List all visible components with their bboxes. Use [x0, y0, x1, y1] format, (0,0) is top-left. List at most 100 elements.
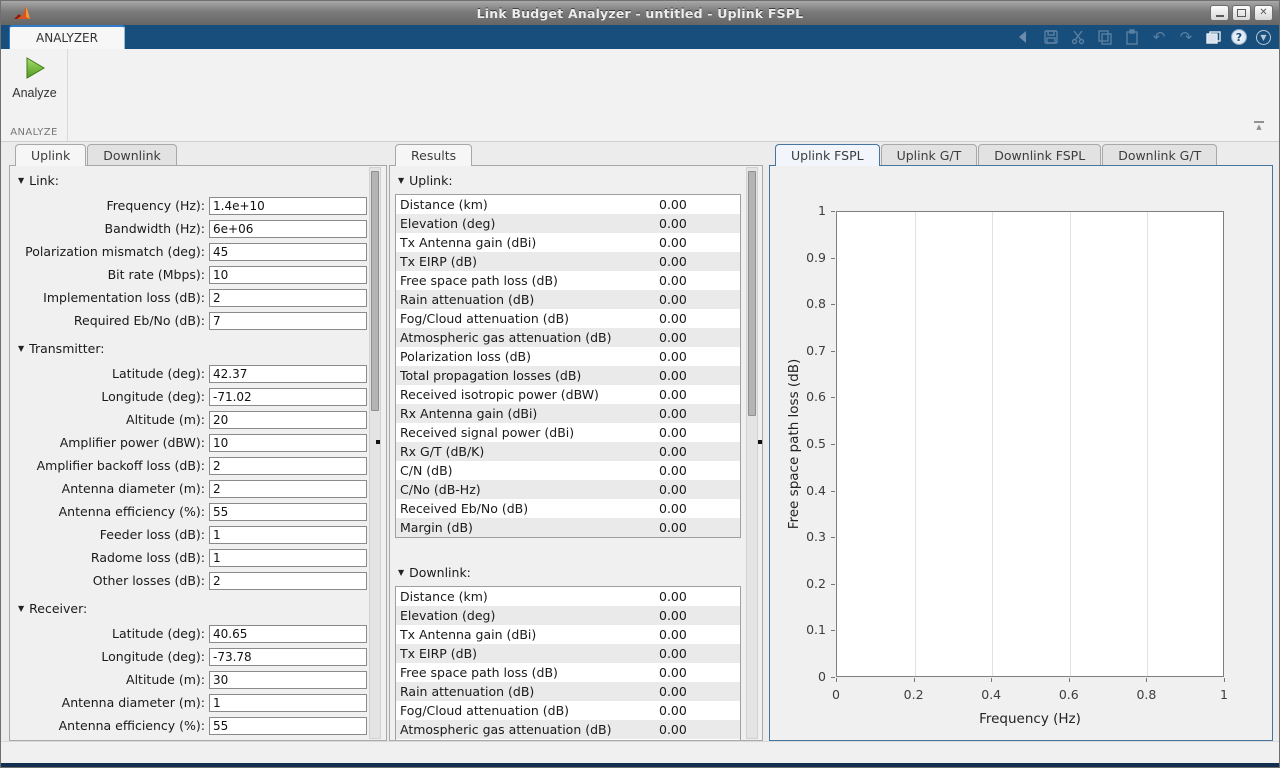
section-header-link[interactable]: ▼ Link:: [18, 172, 386, 188]
field-input-antennadiameterm[interactable]: [209, 479, 367, 498]
section-header-receiver[interactable]: ▼ Receiver:: [18, 600, 386, 616]
tab-downlink-g-t[interactable]: Downlink G/T: [1102, 144, 1218, 165]
results-row: Tx Antenna gain (dBi) 0.00: [396, 625, 740, 644]
results-section-header-downlink[interactable]: ▼ Downlink:: [398, 564, 762, 580]
field-input-frequencyhz[interactable]: [209, 196, 367, 215]
field-input-radomelossdb[interactable]: [209, 548, 367, 567]
field-input-altitudem[interactable]: [209, 670, 367, 689]
collapse-toolstrip-button[interactable]: ▲: [1251, 121, 1267, 133]
y-tick-mark: [831, 677, 835, 678]
result-value: 0.00: [659, 501, 687, 516]
plot-axes[interactable]: [836, 211, 1224, 677]
x-tick-mark: [1146, 678, 1148, 682]
field-input-bandwidthhz[interactable]: [209, 219, 367, 238]
section-title: Transmitter:: [29, 340, 105, 356]
field-input-implementationlossdb[interactable]: [209, 288, 367, 307]
field-input-antennaefficiency[interactable]: [209, 502, 367, 521]
field-input-feederlossdb[interactable]: [209, 525, 367, 544]
plot-panel: Uplink FSPL Uplink G/T Downlink FSPL Downli…: [769, 143, 1273, 741]
result-label: Tx Antenna gain (dBi): [400, 627, 537, 642]
save-icon[interactable]: [1042, 28, 1060, 46]
analyze-section: Analyze ANALYZE: [1, 49, 68, 141]
field-input-bitratembps[interactable]: [209, 265, 367, 284]
tab-downlink-fspl[interactable]: Downlink FSPL: [978, 144, 1102, 165]
results-panel-body: ▼ Uplink: Distance (km) 0.00 Elevation (deg)…: [389, 165, 763, 741]
field-input-latitudedeg[interactable]: [209, 364, 367, 383]
section-title: Receiver:: [29, 600, 88, 616]
collapse-arrow-icon: ▼: [18, 603, 25, 613]
analyze-button[interactable]: Analyze: [4, 53, 65, 115]
tab-uplink[interactable]: Uplink: [15, 144, 87, 166]
results-row: Atmospheric gas attenuation (dB) 0.00: [396, 720, 740, 739]
field-input-longitudedeg[interactable]: [209, 647, 367, 666]
results-row: Received isotropic power (dBW) 0.00: [396, 385, 740, 404]
collapse-arrow-icon: ▼: [18, 343, 25, 353]
maximize-button[interactable]: [1232, 5, 1251, 21]
form-row: Amplifier power (dBW):: [10, 431, 386, 454]
results-scrollbar-thumb[interactable]: [748, 171, 756, 416]
tab-results[interactable]: Results: [395, 144, 473, 166]
right-splitter-grip[interactable]: [758, 440, 762, 444]
results-section-header-uplink[interactable]: ▼ Uplink:: [398, 172, 762, 188]
left-splitter-grip[interactable]: [376, 440, 380, 444]
parameters-scrollbar[interactable]: [369, 167, 381, 739]
toolstrip: Analyze ANALYZE ▲: [1, 49, 1279, 142]
result-value: 0.00: [659, 444, 687, 459]
workspace: UplinkDownlink ▼ Link: Frequency (Hz): Band…: [1, 142, 1279, 741]
field-input-antennaefficiency[interactable]: [209, 716, 367, 735]
form-row: Longitude (deg):: [10, 385, 386, 408]
cut-icon[interactable]: [1069, 28, 1087, 46]
close-button[interactable]: ✕: [1254, 5, 1273, 21]
field-label: Altitude (m):: [126, 412, 205, 427]
results-table: Distance (km) 0.00 Elevation (deg) 0.00 Tx A…: [395, 586, 741, 740]
y-tick-mark: [831, 444, 835, 445]
tab-analyzer[interactable]: ANALYZER: [9, 25, 125, 49]
y-tick-mark: [831, 490, 835, 492]
field-input-amplifierbackofflossdb[interactable]: [209, 456, 367, 475]
results-scrollbar[interactable]: [746, 167, 758, 739]
result-value: 0.00: [659, 722, 687, 737]
more-options-icon[interactable]: ▼: [1256, 29, 1271, 45]
field-label: Latitude (deg):: [112, 366, 205, 381]
results-row: Elevation (deg) 0.00: [396, 606, 740, 625]
field-input-requiredebnodb[interactable]: [209, 311, 367, 330]
x-tick-label: 0.8: [1136, 687, 1157, 702]
parameters-scrollbar-thumb[interactable]: [371, 171, 379, 411]
result-value: 0.00: [659, 216, 687, 231]
results-row: Fog/Cloud attenuation (dB) 0.00: [396, 701, 740, 720]
quick-access-toolbar: ↶ ↷ ? ▼: [1013, 25, 1271, 49]
field-input-altitudem[interactable]: [209, 410, 367, 429]
y-tick-mark: [831, 350, 835, 352]
field-input-polarizationmismatchdeg[interactable]: [209, 242, 367, 261]
redo-icon[interactable]: ↷: [1177, 28, 1195, 46]
copy-icon[interactable]: [1096, 28, 1114, 46]
minimize-button[interactable]: [1210, 5, 1229, 21]
result-label: Elevation (deg): [400, 608, 496, 623]
section-fields: Latitude (deg): Longitude (deg): Altitude …: [10, 622, 386, 740]
field-label: Polarization mismatch (deg):: [25, 244, 205, 259]
section-header-transmitter[interactable]: ▼ Transmitter:: [18, 340, 386, 356]
x-tick-mark: [1224, 678, 1225, 682]
result-label: Rx G/T (dB/K): [400, 444, 485, 459]
form-row: Antenna efficiency (%):: [10, 500, 386, 523]
field-input-antennadiameterm[interactable]: [209, 693, 367, 712]
field-label: Amplifier power (dBW):: [59, 435, 205, 450]
form-row: Polarization mismatch (deg):: [10, 240, 386, 263]
paste-icon[interactable]: [1123, 28, 1141, 46]
windows-icon[interactable]: [1204, 28, 1222, 46]
undo-icon[interactable]: ↶: [1150, 28, 1168, 46]
result-value: 0.00: [659, 589, 687, 604]
field-input-otherlossesdb[interactable]: [209, 571, 367, 590]
field-input-amplifierpowerdbw[interactable]: [209, 433, 367, 452]
field-input-longitudedeg[interactable]: [209, 387, 367, 406]
help-icon[interactable]: ?: [1231, 29, 1247, 45]
field-input-latitudedeg[interactable]: [209, 624, 367, 643]
result-value: 0.00: [659, 703, 687, 718]
tab-uplink-g-t[interactable]: Uplink G/T: [880, 144, 978, 165]
result-value: 0.00: [659, 273, 687, 288]
tab-uplink-fspl[interactable]: Uplink FSPL: [775, 144, 880, 166]
field-label: Required Eb/No (dB):: [73, 313, 205, 328]
y-tick-label: 0: [818, 669, 826, 684]
tab-downlink[interactable]: Downlink: [87, 144, 177, 165]
collapse-back-icon[interactable]: [1013, 28, 1031, 46]
